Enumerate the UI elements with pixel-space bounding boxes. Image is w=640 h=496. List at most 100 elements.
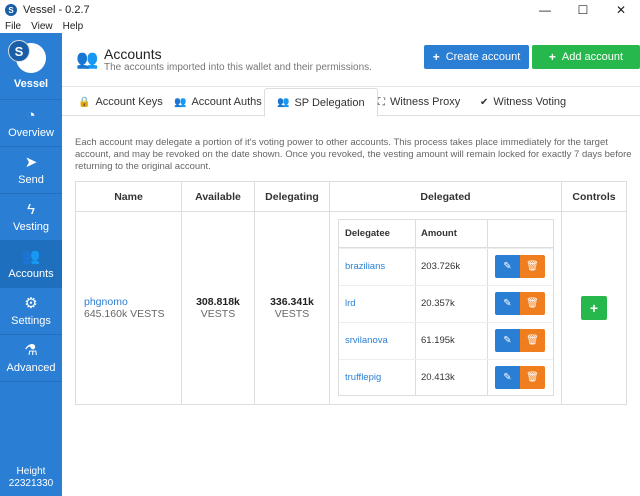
tab-label: Account Auths xyxy=(191,96,262,108)
menu-bar: File View Help xyxy=(0,20,640,33)
header-name: Name xyxy=(76,182,182,212)
delegations-header: Delegatee Amount xyxy=(339,220,553,248)
block-height: Height 22321330 xyxy=(0,466,62,490)
cell-delegated: Delegatee Amount brazilians 203.726k ✎ 🗑… xyxy=(330,212,562,404)
steem-logo-icon: S xyxy=(8,40,46,73)
trash-icon: 🗑 xyxy=(526,335,539,346)
lightning-icon: ϟ xyxy=(27,201,35,218)
minimize-button[interactable]: — xyxy=(526,0,564,20)
accounts-table: Name Available Delegating Delegated Cont… xyxy=(75,181,627,405)
app-logo-icon: S xyxy=(5,4,17,16)
maximize-button[interactable]: ☐ xyxy=(564,0,602,20)
sidebar-brand[interactable]: S Vessel xyxy=(0,33,62,100)
cell-delegating: 336.341k VESTS xyxy=(255,212,330,404)
page-subtitle: The accounts imported into this wallet a… xyxy=(104,62,372,73)
add-account-label: Add account xyxy=(561,51,624,63)
edit-delegation-button[interactable]: ✎ xyxy=(495,292,520,315)
add-account-button[interactable]: + Add account xyxy=(532,45,640,69)
header-delegating: Delegating xyxy=(255,182,330,212)
sidebar-item-settings[interactable]: ⚙ Settings xyxy=(0,288,62,335)
delegation-amount: 20.413k xyxy=(421,372,455,383)
delegation-row: brazilians 203.726k ✎ 🗑 xyxy=(339,248,553,285)
create-account-label: Create account xyxy=(445,51,521,63)
available-value: 308.818k xyxy=(196,296,240,308)
available-unit: VESTS xyxy=(200,308,236,320)
sidebar-item-label: Vesting xyxy=(12,221,50,233)
delegatee-link[interactable]: srvilanova xyxy=(345,335,388,346)
sidebar-item-accounts[interactable]: 👥 Accounts xyxy=(0,241,62,288)
delegation-row: srvilanova 61.195k ✎ 🗑 xyxy=(339,322,553,359)
delegatee-link[interactable]: brazilians xyxy=(345,261,385,272)
main-content: 👥 Accounts The accounts imported into th… xyxy=(62,33,640,496)
edit-delegation-button[interactable]: ✎ xyxy=(495,329,520,352)
sidebar-item-label: Accounts xyxy=(8,268,54,280)
delegatee-link[interactable]: lrd xyxy=(345,298,356,309)
cell-name: phgnomo 645.160k VESTS xyxy=(76,212,182,404)
brand-name: Vessel xyxy=(13,77,49,90)
sidebar-item-label: Advanced xyxy=(6,362,56,374)
create-account-button[interactable]: + Create account xyxy=(424,45,529,69)
height-label: Height xyxy=(16,466,46,477)
delegating-value: 336.341k xyxy=(270,296,314,308)
remove-delegation-button[interactable]: 🗑 xyxy=(520,255,545,278)
trash-icon: 🗑 xyxy=(526,298,539,309)
flask-icon: ⚗ xyxy=(24,342,38,359)
header-controls: Controls xyxy=(562,182,626,212)
window-title: Vessel - 0.2.7 xyxy=(23,4,90,16)
menu-help[interactable]: Help xyxy=(58,21,89,32)
header-available: Available xyxy=(182,182,255,212)
sidebar-item-vesting[interactable]: ϟ Vesting xyxy=(0,194,62,241)
sitemap-icon: ⛶ xyxy=(378,96,385,108)
window-controls: — ☐ ✕ xyxy=(526,0,640,20)
users-icon: 👥 xyxy=(76,49,99,69)
tab-account-keys[interactable]: 🔒 Account Keys xyxy=(78,88,163,116)
tab-witness-proxy[interactable]: ⛶ Witness Proxy xyxy=(378,88,460,116)
check-icon: ✔ xyxy=(480,96,489,108)
remove-delegation-button[interactable]: 🗑 xyxy=(520,366,545,389)
gears-icon: ⚙ xyxy=(24,295,38,312)
users-icon: 👥 xyxy=(21,248,41,265)
tab-bar: 🔒 Account Keys 👥 Account Auths 👥 SP Dele… xyxy=(62,88,640,117)
header-delegatee: Delegatee xyxy=(345,228,390,239)
lock-icon: 🔒 xyxy=(78,96,91,108)
menu-view[interactable]: View xyxy=(26,21,58,32)
remove-delegation-button[interactable]: 🗑 xyxy=(520,292,545,315)
cell-controls: + xyxy=(562,212,626,404)
title-bar: S Vessel - 0.2.7 — ☐ ✕ xyxy=(0,0,640,20)
remove-delegation-button[interactable]: 🗑 xyxy=(520,329,545,352)
header-amount: Amount xyxy=(421,228,457,239)
close-button[interactable]: ✕ xyxy=(602,0,640,20)
trash-icon: 🗑 xyxy=(526,372,539,383)
tab-label: Witness Voting xyxy=(493,96,567,108)
delegating-unit: VESTS xyxy=(274,308,310,320)
delegations-table: Delegatee Amount brazilians 203.726k ✎ 🗑… xyxy=(338,219,554,396)
pencil-icon: ✎ xyxy=(503,261,512,272)
delegation-row: lrd 20.357k ✎ 🗑 xyxy=(339,285,553,322)
page-title: Accounts xyxy=(104,46,162,62)
plus-icon: + xyxy=(432,50,440,64)
plus-icon: + xyxy=(548,50,556,64)
account-name-link[interactable]: phgnomo xyxy=(84,296,128,308)
delegation-amount: 61.195k xyxy=(421,335,455,346)
delegation-description: Each account may delegate a portion of i… xyxy=(75,137,632,172)
sidebar-item-label: Overview xyxy=(8,127,54,139)
menu-file[interactable]: File xyxy=(0,21,26,32)
delegation-amount: 203.726k xyxy=(421,261,461,272)
account-vests: 645.160k VESTS xyxy=(84,308,165,320)
sidebar-item-overview[interactable]: ◔ Overview xyxy=(0,100,62,147)
header-delegated: Delegated xyxy=(330,182,562,212)
add-delegation-button[interactable]: + xyxy=(581,296,607,320)
cell-available: 308.818k VESTS xyxy=(182,212,255,404)
edit-delegation-button[interactable]: ✎ xyxy=(495,255,520,278)
delegatee-link[interactable]: trufflepig xyxy=(345,372,381,383)
sidebar-item-send[interactable]: ➤ Send xyxy=(0,147,62,194)
edit-delegation-button[interactable]: ✎ xyxy=(495,366,520,389)
sidebar-item-label: Send xyxy=(18,174,44,186)
users-icon: 👥 xyxy=(277,97,290,108)
tab-witness-voting[interactable]: ✔ Witness Voting xyxy=(480,88,566,116)
sidebar-item-advanced[interactable]: ⚗ Advanced xyxy=(0,335,62,382)
delegation-row: trufflepig 20.413k ✎ 🗑 xyxy=(339,359,553,396)
tab-sp-delegation[interactable]: 👥 SP Delegation xyxy=(264,88,378,117)
tab-label: Witness Proxy xyxy=(390,96,461,108)
tab-account-auths[interactable]: 👥 Account Auths xyxy=(174,88,262,116)
